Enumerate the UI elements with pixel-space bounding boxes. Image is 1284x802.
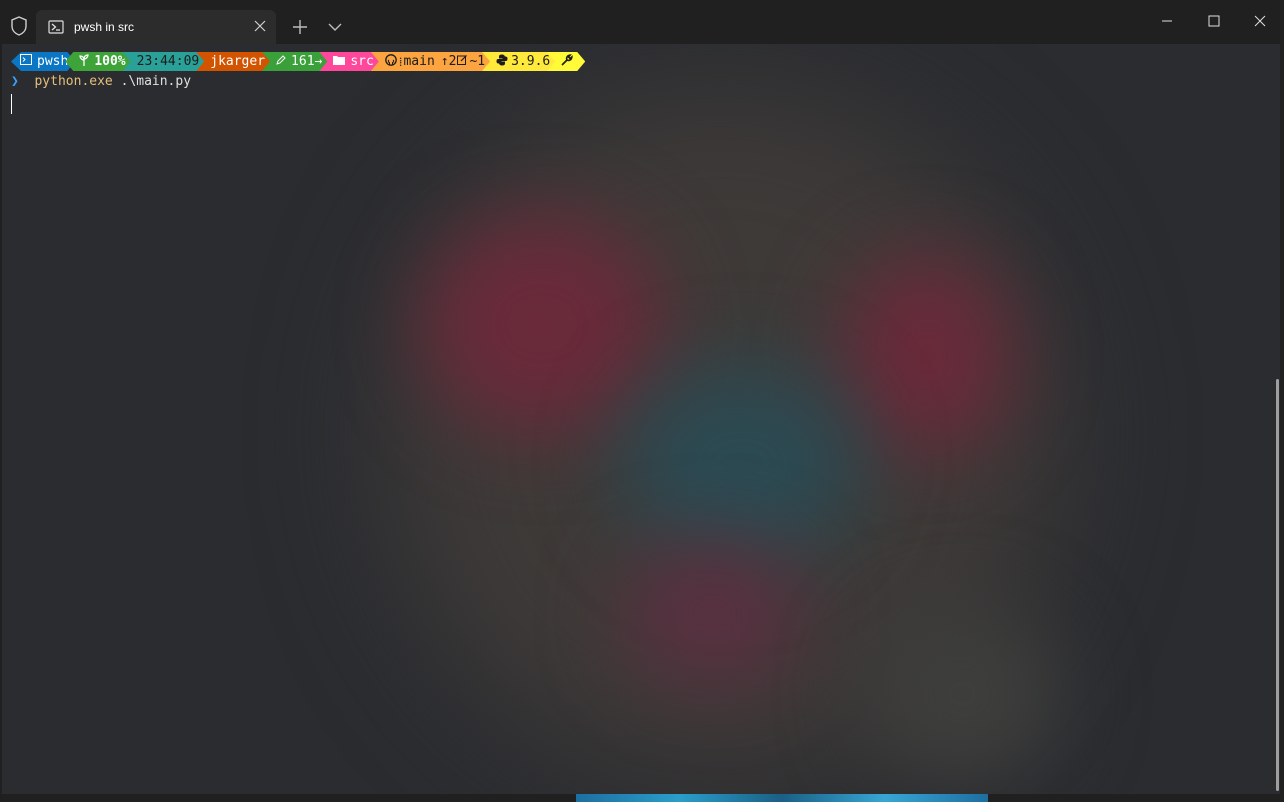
edit-icon (457, 54, 468, 69)
minimize-icon[interactable] (1161, 15, 1173, 27)
title-bar[interactable]: pwsh in src (0, 0, 1284, 44)
python-icon (496, 54, 508, 70)
text-cursor (11, 94, 12, 114)
git-ahead: ↑2 (440, 54, 457, 69)
battery-level: 100% (94, 54, 126, 69)
command-args: .\main.py (112, 74, 192, 89)
seedling-icon (79, 54, 89, 70)
prompt-chevron: ❯ (11, 74, 19, 89)
prompt-segment-path: src (319, 52, 380, 71)
branch-icon: ⁞ (398, 54, 403, 70)
new-tab-icon[interactable] (292, 19, 308, 35)
git-branch: main (403, 54, 435, 69)
background-blob (842, 254, 1012, 454)
exec-time: 161→ (291, 54, 323, 69)
pencil-icon (276, 54, 286, 69)
terminal-window: pwsh in src pwsh 100% 23:44:09 jkarger 1… (0, 0, 1284, 802)
shield-icon (11, 16, 27, 36)
prompt-segment-exec-time: 161→ (262, 52, 329, 71)
terminal-icon (20, 54, 32, 69)
prompt: pwsh 100% 23:44:09 jkarger 161→ src ⁞ ma… (11, 52, 585, 71)
github-icon (385, 54, 397, 70)
clock-time: 23:44:09 (136, 54, 200, 69)
current-folder: src (350, 54, 374, 69)
prompt-segment-git: ⁞ main ↑2 ~1 (371, 52, 492, 71)
background-blob (622, 364, 862, 564)
git-modified: ~1 (469, 54, 486, 69)
background-blob (422, 214, 662, 434)
powershell-icon (48, 20, 64, 34)
background-image-edge (576, 794, 988, 802)
wrench-icon (561, 54, 573, 70)
python-version: 3.9.6 (511, 54, 551, 69)
shell-name: pwsh (37, 54, 69, 69)
folder-icon (333, 54, 345, 69)
background-blob (862, 604, 1062, 784)
close-icon[interactable] (1254, 15, 1266, 27)
prompt-segment-battery: 100% (65, 52, 132, 71)
scrollbar[interactable] (1276, 379, 1279, 791)
tab-title: pwsh in src (74, 20, 135, 34)
chevron-down-icon[interactable] (327, 19, 343, 35)
background-blob (622, 544, 802, 684)
user-name: jkarger (210, 54, 266, 69)
tab-pwsh[interactable]: pwsh in src (36, 10, 276, 44)
close-tab-icon[interactable] (254, 20, 266, 32)
command-executable: python.exe (34, 74, 113, 89)
terminal-pane[interactable]: pwsh 100% 23:44:09 jkarger 161→ src ⁞ ma… (2, 44, 1280, 794)
command-line[interactable]: ❯ python.exe .\main.py (11, 74, 191, 89)
prompt-segment-user: jkarger (196, 52, 272, 71)
prompt-segment-time: 23:44:09 (123, 52, 207, 71)
maximize-icon[interactable] (1208, 15, 1220, 27)
prompt-segment-python: 3.9.6 (482, 52, 557, 71)
